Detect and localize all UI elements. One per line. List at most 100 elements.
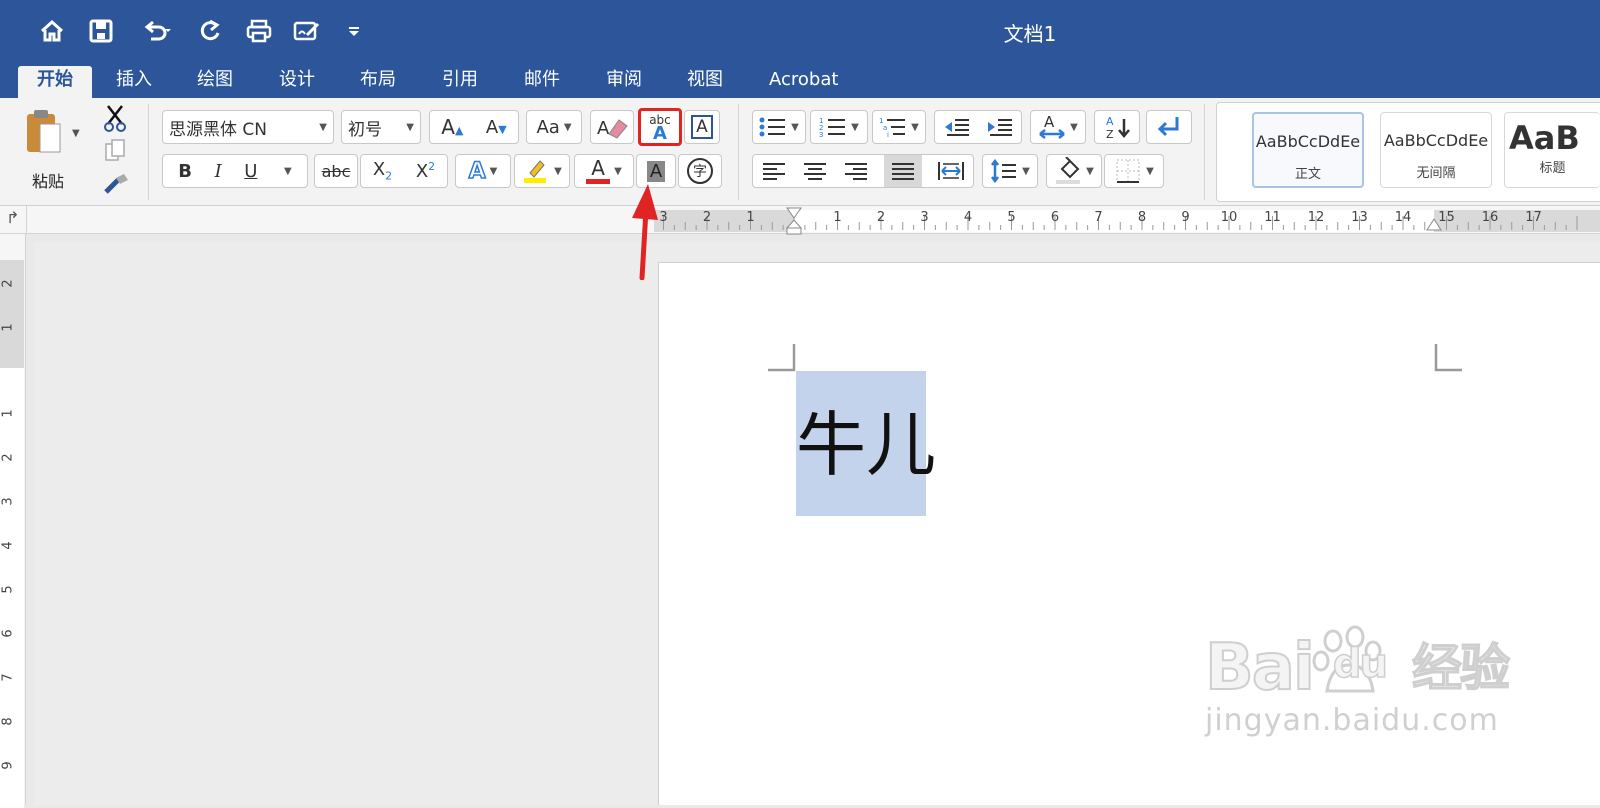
document-text[interactable]: 牛儿: [796, 405, 936, 485]
grow-font-button[interactable]: A▲: [441, 115, 463, 139]
highlighter-icon: [524, 160, 547, 183]
format-painter-icon[interactable]: [102, 172, 130, 198]
style-heading[interactable]: AaB 标题: [1504, 112, 1600, 188]
font-color-label: A: [591, 155, 605, 180]
asian-layout-button[interactable]: A ▼: [1030, 110, 1086, 144]
tab-draw[interactable]: 绘图: [181, 66, 249, 98]
align-left-icon[interactable]: [761, 161, 787, 181]
char-border-label: A: [691, 115, 713, 139]
svg-text:A: A: [1044, 113, 1055, 131]
style-no-spacing[interactable]: AaBbCcDdEe 无间隔: [1380, 112, 1492, 188]
increase-indent-icon[interactable]: [986, 116, 1014, 138]
bold-button[interactable]: B: [178, 161, 192, 182]
ruler-label: 4: [0, 541, 16, 550]
change-case-label: Aa: [536, 116, 560, 138]
separator: [1204, 104, 1205, 200]
multilevel-list-button[interactable]: 1 a i ▼: [872, 110, 926, 144]
phonetic-guide-button[interactable]: abc A: [638, 108, 682, 146]
clipboard-icon: [27, 110, 61, 153]
enclose-char-button[interactable]: 字: [678, 154, 722, 188]
svg-text:3: 3: [819, 131, 823, 138]
ribbon: ▼ 粘贴 思源黑体 CN ▼ 初号 ▼ A▲ A▼ Aa ▼ A abc A A B …: [0, 98, 1600, 206]
ruler-label: 13: [1351, 210, 1368, 225]
corner-mark-left: [768, 344, 796, 372]
ruler-label: 12: [1307, 210, 1325, 225]
font-name-select[interactable]: 思源黑体 CN ▼: [162, 110, 334, 144]
italic-button[interactable]: I: [215, 161, 222, 182]
return-arrow-icon: [1157, 117, 1179, 137]
tab-insert[interactable]: 插入: [100, 66, 168, 98]
multilevel-list-icon: 1ai: [879, 117, 906, 138]
font-size-select[interactable]: 初号 ▼: [341, 110, 421, 144]
highlight-button[interactable]: ▼: [514, 154, 570, 188]
shrink-font-button[interactable]: A▼: [486, 117, 507, 138]
char-shading-button[interactable]: A: [636, 154, 676, 188]
tab-references[interactable]: 引用: [426, 66, 494, 98]
bullet-list-icon: [759, 117, 786, 137]
ruler-label: 16: [1481, 210, 1499, 225]
chevron-down-icon: ▼: [614, 165, 622, 177]
copy-icon[interactable]: [104, 138, 128, 164]
font-color-button[interactable]: A ▼: [574, 154, 634, 188]
vertical-ruler[interactable]: 2 1 1 2 3 4 5 6 7 8 9: [0, 234, 26, 808]
sort-button[interactable]: AZ: [1094, 110, 1140, 144]
sort-icon: AZ: [1106, 115, 1130, 141]
tab-design[interactable]: 设计: [263, 66, 331, 98]
char-border-button[interactable]: A: [684, 110, 720, 144]
decrease-indent-icon[interactable]: [943, 116, 971, 138]
paste-button[interactable]: ▼ 粘贴: [18, 106, 88, 196]
justify-button[interactable]: [884, 155, 923, 187]
line-spacing-button[interactable]: ▼: [982, 154, 1038, 188]
title-bar: 文档1: [0, 0, 1600, 62]
change-case-button[interactable]: Aa ▼: [526, 110, 582, 144]
chevron-down-icon: ▼: [489, 165, 498, 177]
asian-layout-icon: A: [1039, 113, 1065, 139]
tab-home[interactable]: 开始: [18, 66, 92, 98]
tab-view[interactable]: 视图: [671, 66, 739, 98]
numbered-list-icon: 123: [819, 117, 846, 138]
style-normal[interactable]: AaBbCcDdEe 正文: [1252, 112, 1364, 188]
annotation-arrow-icon: [632, 184, 658, 280]
clear-format-button[interactable]: A: [590, 110, 634, 144]
ruler-label: 8: [1137, 210, 1147, 225]
ruler-label: 7: [0, 673, 16, 682]
style-name: 无间隔: [1416, 166, 1456, 181]
superscript-button[interactable]: X2: [416, 160, 435, 182]
ruler-label: 7: [1094, 210, 1103, 225]
ruler-label: 11: [1264, 210, 1281, 225]
ribbon-tabs: 开始 插入 绘图 设计 布局 引用 邮件 审阅 视图 Acrobat: [0, 62, 1600, 98]
chevron-down-icon[interactable]: ▼: [284, 166, 292, 177]
horizontal-ruler[interactable]: ↱ 3 2 1 1 2 3 4 5 6 7 8 9 10 11 12 13 14 15 16 17: [0, 206, 1600, 236]
cut-icon[interactable]: [102, 104, 128, 132]
distributed-icon[interactable]: [937, 160, 965, 182]
font-size-group: A▲ A▼: [429, 110, 519, 144]
subscript-button[interactable]: X2: [373, 159, 392, 183]
ruler-label: 1: [0, 323, 16, 332]
text-effects-button[interactable]: A ▼: [455, 154, 511, 188]
strikethrough-button[interactable]: abc: [314, 154, 358, 188]
text-effects-label: A: [468, 158, 487, 185]
document-title: 文档1: [1003, 22, 1057, 46]
numbering-button[interactable]: 1 2 3 ▼: [810, 110, 868, 144]
tab-acrobat[interactable]: Acrobat: [753, 66, 854, 98]
bullets-button[interactable]: ▼: [752, 110, 806, 144]
chevron-down-icon: ▼: [791, 121, 799, 133]
align-center-icon[interactable]: [802, 161, 828, 181]
ruler-label: 9: [1181, 210, 1190, 225]
style-name: 标题: [1539, 161, 1566, 176]
chevron-down-icon: ▼: [1086, 165, 1094, 177]
shading-button[interactable]: ▼: [1046, 154, 1102, 188]
tab-mailings[interactable]: 邮件: [508, 66, 576, 98]
ruler-label: 1: [746, 210, 755, 225]
tab-layout[interactable]: 布局: [344, 66, 412, 98]
show-marks-button[interactable]: [1146, 110, 1192, 144]
tab-review[interactable]: 审阅: [590, 66, 658, 98]
svg-text:A: A: [597, 118, 610, 139]
watermark-brand2: du: [1332, 640, 1389, 688]
align-right-icon[interactable]: [843, 161, 869, 181]
underline-button[interactable]: U: [244, 161, 257, 182]
paint-bucket-icon: [1056, 157, 1081, 184]
borders-button[interactable]: ▼: [1104, 154, 1164, 188]
indent-marker-icon[interactable]: [786, 206, 802, 236]
subscript-base: X: [372, 159, 386, 181]
